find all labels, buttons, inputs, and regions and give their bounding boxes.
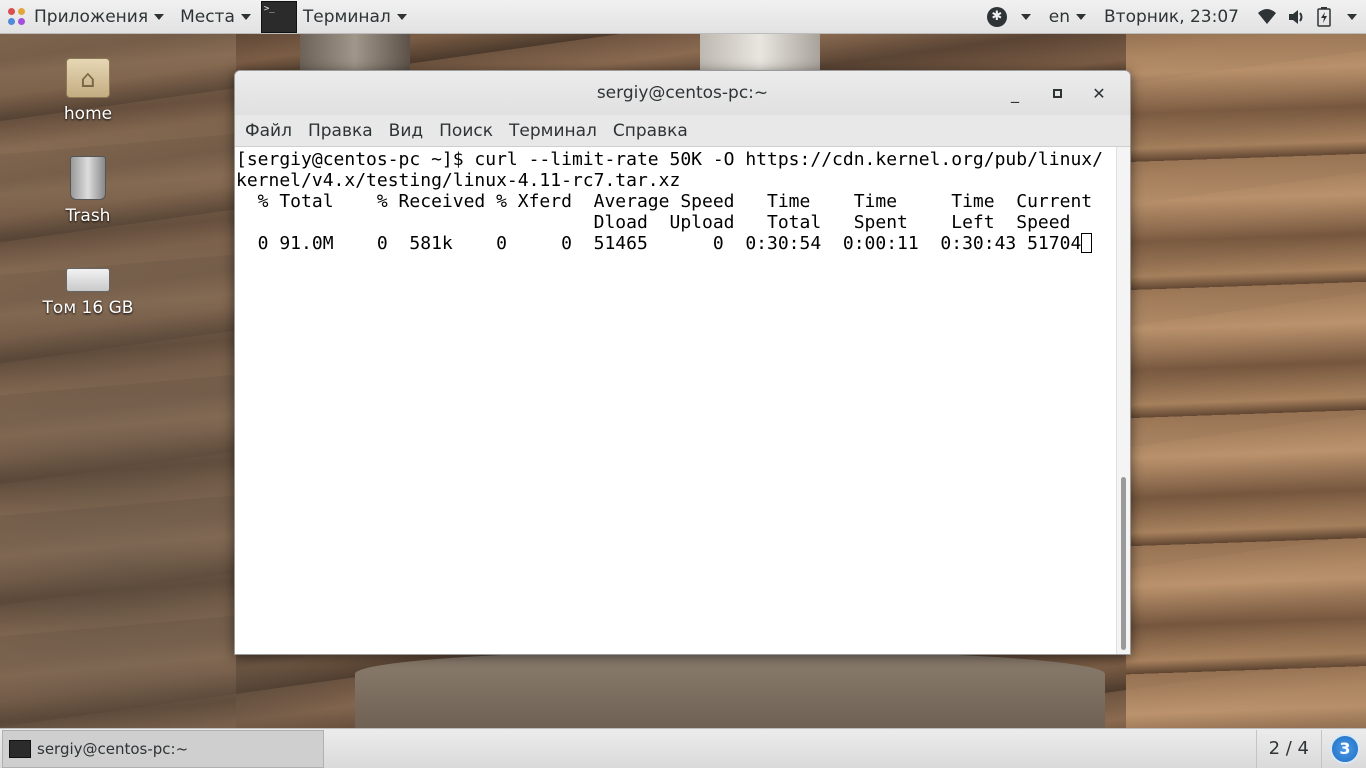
applications-icon	[8, 7, 26, 26]
wallpaper-bottle	[700, 34, 820, 74]
menu-help[interactable]: Справка	[605, 121, 696, 141]
window-title: sergiy@centos-pc:~	[596, 83, 769, 103]
chevron-down-icon	[1020, 13, 1031, 20]
app-menu-terminal[interactable]: >_ Терминал	[259, 0, 415, 34]
terminal-output[interactable]: [sergiy@centos-pc ~]$ curl --limit-rate …	[235, 147, 1116, 654]
workspace-switcher[interactable]: 2 / 4	[1255, 729, 1322, 768]
scrollbar-thumb[interactable]	[1121, 477, 1126, 650]
wifi-icon	[1258, 8, 1276, 24]
places-menu[interactable]: Места	[172, 0, 259, 34]
terminal-line: [sergiy@centos-pc ~]$ curl --limit-rate …	[236, 149, 1103, 170]
menu-search[interactable]: Поиск	[431, 121, 501, 141]
terminal-window: sergiy@centos-pc:~ _ ✕ Файл Правка Вид П…	[234, 70, 1131, 655]
applications-label: Приложения	[34, 6, 149, 27]
close-icon: ✕	[1092, 83, 1106, 103]
wallpaper-cone	[300, 34, 410, 74]
terminal-line: % Total % Received % Xferd Average Speed…	[236, 191, 1093, 212]
desktop-icon-label: Trash	[65, 206, 111, 226]
wallpaper-logs	[1126, 34, 1366, 728]
panel-status-area: ✱ en Вторник, 23:07	[978, 0, 1366, 34]
keyboard-layout-menu[interactable]: en	[1040, 0, 1095, 34]
wallpaper-left	[0, 34, 236, 728]
chevron-down-icon	[1347, 13, 1357, 20]
top-panel: Приложения Места >_ Терминал ✱ en Вторни…	[0, 0, 1366, 34]
bottom-taskbar: sergiy@centos-pc:~ 2 / 4 3	[0, 728, 1366, 768]
wallpaper-stump	[355, 650, 1105, 730]
terminal-icon	[9, 739, 31, 758]
chevron-down-icon	[396, 13, 407, 20]
scrollbar[interactable]	[1116, 147, 1130, 654]
keyboard-layout-label: en	[1048, 6, 1070, 27]
chevron-down-icon	[1076, 13, 1086, 20]
places-label: Места	[180, 6, 235, 27]
clock[interactable]: Вторник, 23:07	[1095, 0, 1248, 34]
terminal-app-label: Терминал	[302, 6, 391, 27]
notification-badge[interactable]: 3	[1330, 733, 1360, 764]
drive-icon	[66, 268, 110, 292]
accessibility-icon: ✱	[986, 6, 1007, 27]
window-titlebar[interactable]: sergiy@centos-pc:~ _ ✕	[235, 71, 1130, 115]
minimize-icon: _	[1011, 83, 1019, 103]
menu-terminal[interactable]: Терминал	[501, 121, 605, 141]
accessibility-menu[interactable]: ✱	[978, 0, 1040, 34]
window-controls: _ ✕	[994, 79, 1120, 107]
clock-label: Вторник, 23:07	[1104, 6, 1239, 27]
terminal-line: 0 91.0M 0 581k 0 0 51465 0 0:30:54 0:00:…	[236, 233, 1082, 254]
workspace-label: 2 / 4	[1268, 738, 1309, 759]
notification-count: 3	[1339, 739, 1351, 758]
menubar: Файл Правка Вид Поиск Терминал Справка	[235, 115, 1130, 147]
desktop-icon-volume[interactable]: Том 16 GB	[28, 258, 148, 318]
applications-menu[interactable]: Приложения	[0, 0, 172, 34]
menu-edit[interactable]: Правка	[300, 121, 381, 141]
chevron-down-icon	[154, 13, 165, 20]
system-menu[interactable]	[1248, 0, 1366, 34]
taskbar-item-terminal[interactable]: sergiy@centos-pc:~	[2, 729, 324, 768]
taskbar-item-label: sergiy@centos-pc:~	[37, 739, 189, 758]
maximize-button[interactable]	[1036, 79, 1078, 107]
close-button[interactable]: ✕	[1078, 79, 1120, 107]
desktop-icon-home[interactable]: home	[28, 58, 148, 124]
trash-icon	[70, 156, 106, 200]
terminal-line-progress: 0 91.0M 0 581k 0 0 51465 0 0:30:54 0:00:…	[236, 233, 1115, 254]
text-cursor	[1081, 233, 1093, 253]
battery-icon	[1317, 6, 1331, 27]
desktop-icon-label: home	[63, 104, 113, 124]
minimize-button[interactable]: _	[994, 79, 1036, 107]
chevron-down-icon	[240, 13, 251, 20]
menu-view[interactable]: Вид	[381, 121, 431, 141]
desktop-icon-trash[interactable]: Trash	[28, 156, 148, 226]
desktop-icon-label: Том 16 GB	[42, 298, 134, 318]
terminal-line: kernel/v4.x/testing/linux-4.11-rc7.tar.x…	[236, 170, 681, 191]
maximize-icon	[1052, 88, 1062, 98]
terminal-icon: >_	[260, 0, 297, 33]
volume-icon	[1289, 9, 1303, 24]
menu-file[interactable]: Файл	[237, 121, 300, 141]
home-folder-icon	[66, 58, 110, 98]
terminal-line: Dload Upload Total Spent Left Speed	[236, 212, 1071, 233]
